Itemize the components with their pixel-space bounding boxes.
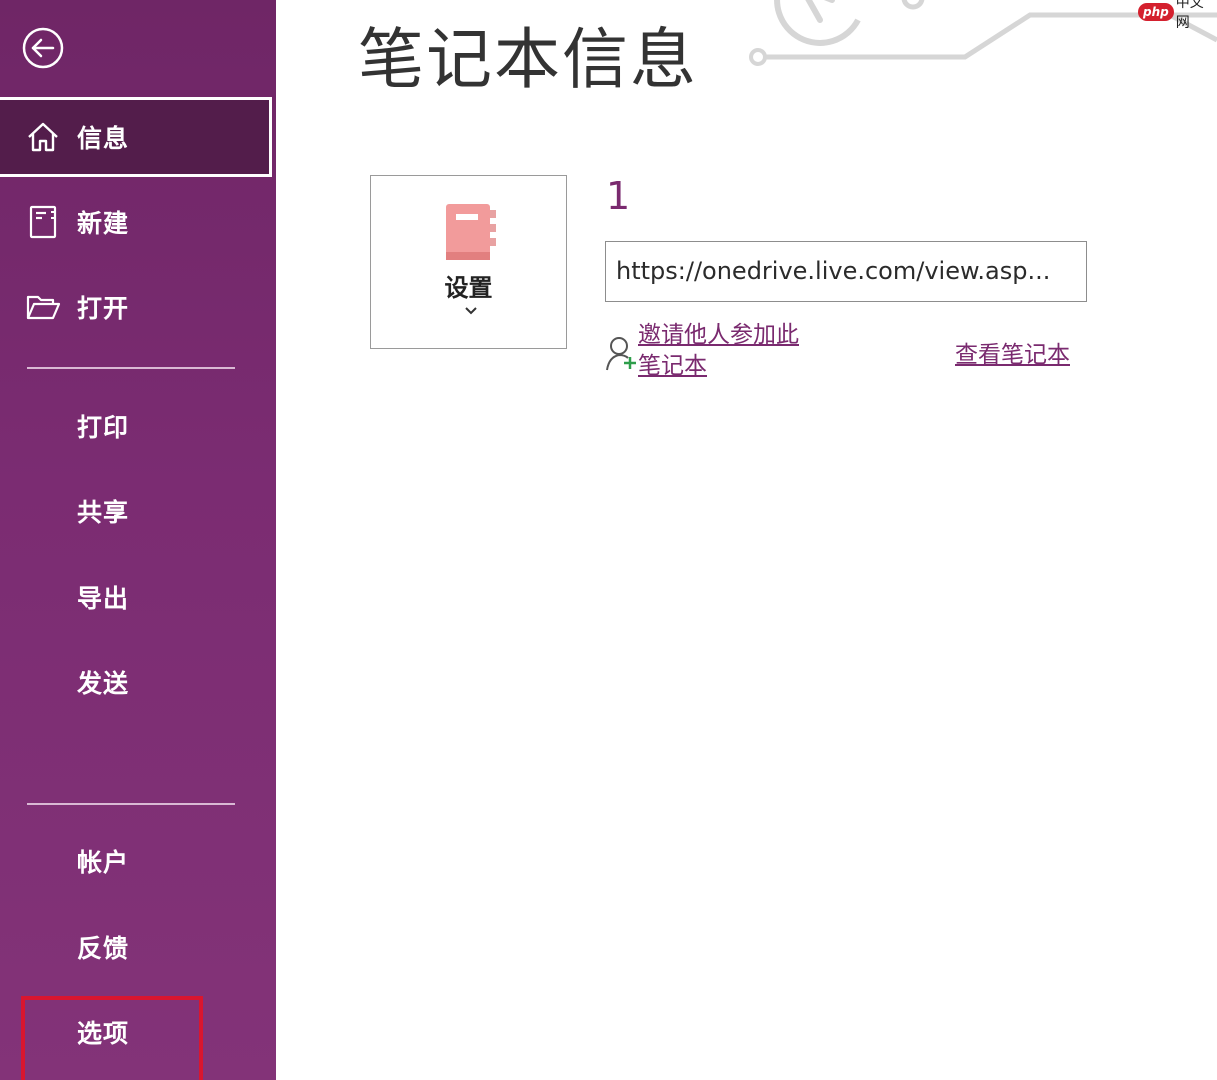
sidebar-divider	[27, 803, 235, 805]
watermark-text: 中文网	[1175, 0, 1204, 31]
add-person-icon	[606, 337, 636, 371]
nav-item-share-label: 共享	[77, 498, 130, 527]
nav-item-export[interactable]: 导出	[0, 557, 272, 637]
nav-item-print[interactable]: 打印	[0, 386, 272, 466]
nav-item-account-label: 帐户	[77, 848, 130, 877]
invite-people-link[interactable]: 邀请他人参加此笔记本	[638, 320, 808, 382]
watermark-badge: php	[1138, 3, 1174, 21]
nav-item-info[interactable]: 信息	[0, 97, 272, 177]
new-notebook-icon	[29, 205, 57, 239]
nav-item-new-label: 新建	[77, 209, 130, 238]
nav-item-open[interactable]: 打开	[0, 267, 272, 347]
home-icon	[28, 122, 58, 152]
chevron-down-icon	[465, 307, 477, 315]
nav-item-account[interactable]: 帐户	[0, 821, 272, 901]
settings-button[interactable]: 设置	[370, 175, 567, 349]
watermark: php 中文网	[1138, 0, 1217, 31]
nav-item-share[interactable]: 共享	[0, 471, 272, 551]
backstage-sidebar: 信息 新建 打开 打印 共享 导出 发送 帐户 反馈 选项	[0, 0, 276, 1080]
notebook-name: 1	[606, 174, 631, 218]
settings-label: 设置	[444, 274, 493, 302]
highlight-box	[21, 996, 203, 1080]
nav-item-info-label: 信息	[77, 124, 130, 153]
view-notebook-link[interactable]: 查看笔记本	[955, 335, 1070, 369]
folder-open-icon	[26, 295, 61, 320]
page-title: 笔记本信息	[358, 21, 698, 98]
notebook-icon	[446, 204, 496, 260]
back-button[interactable]	[21, 26, 65, 70]
nav-item-feedback-label: 反馈	[77, 934, 130, 963]
nav-item-new[interactable]: 新建	[0, 182, 272, 262]
nav-item-print-label: 打印	[77, 413, 130, 442]
notebook-url-field[interactable]: https://onedrive.live.com/view.asp...	[605, 241, 1087, 302]
back-arrow-icon	[22, 27, 64, 69]
nav-item-open-label: 打开	[77, 294, 130, 323]
sidebar-divider	[27, 367, 235, 369]
nav-item-send-label: 发送	[77, 669, 130, 698]
nav-item-feedback[interactable]: 反馈	[0, 907, 272, 987]
nav-item-export-label: 导出	[77, 584, 130, 613]
nav-item-send[interactable]: 发送	[0, 642, 272, 722]
